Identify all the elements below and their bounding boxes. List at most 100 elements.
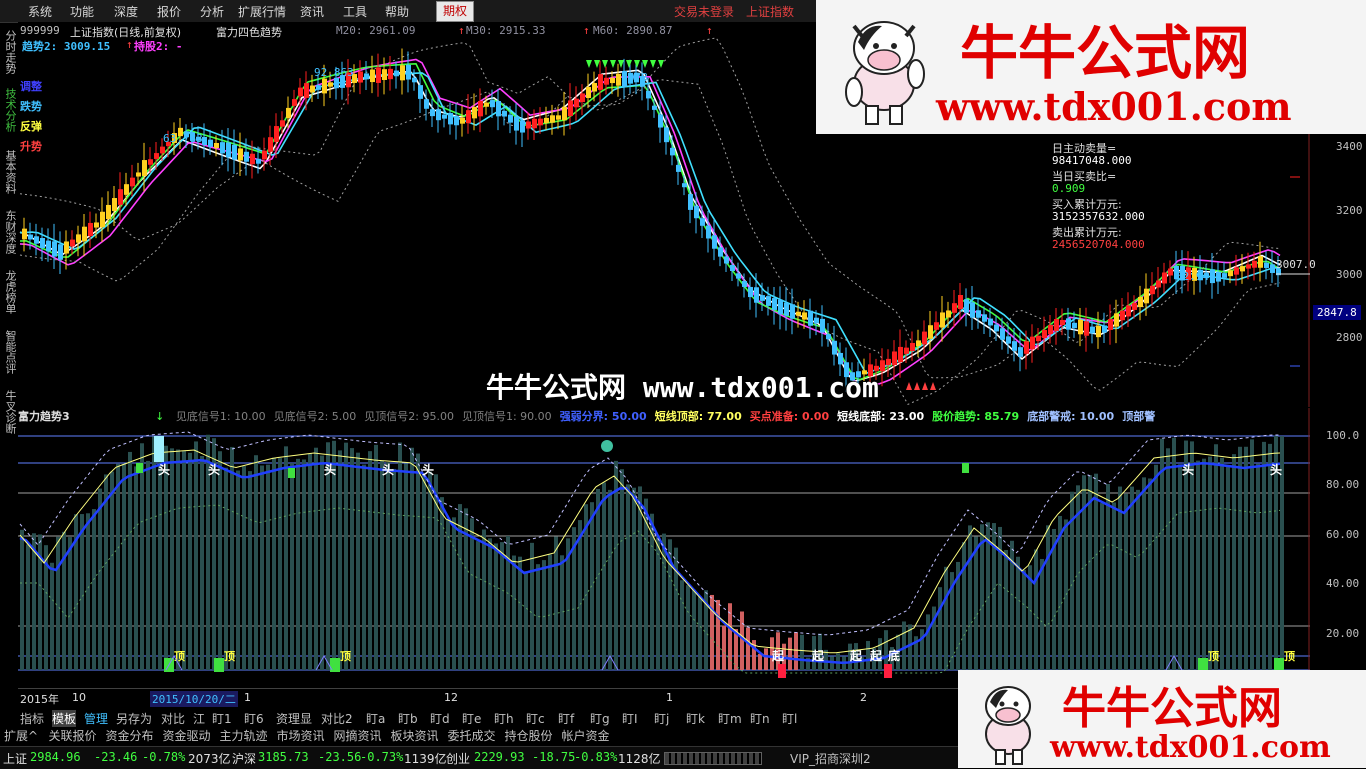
- menu-item-ext-market[interactable]: 扩展行情: [238, 3, 286, 20]
- price-tick: 3200: [1336, 204, 1363, 217]
- extension-tab[interactable]: 市场资讯: [277, 727, 325, 744]
- indicator-tab[interactable]: 盯6: [244, 710, 264, 727]
- indicator-bar: [422, 475, 426, 670]
- indicator-bar: [338, 450, 342, 670]
- candle-body: [604, 77, 609, 85]
- indicator-tab[interactable]: 盯h: [494, 710, 514, 727]
- sh-index-value: 2984.96: [30, 750, 81, 764]
- tab-em-depth[interactable]: 东财深度: [2, 210, 17, 254]
- menu-item-options[interactable]: 期权: [436, 1, 475, 22]
- indicator-tab[interactable]: 江: [193, 710, 205, 727]
- tab-intraday[interactable]: 分时走势: [2, 30, 17, 74]
- indicator-bar: [1142, 477, 1146, 670]
- indicator-tab[interactable]: 盯1: [212, 710, 232, 727]
- candle-body: [262, 150, 267, 160]
- candle-body: [100, 211, 105, 228]
- indicator-tab[interactable]: 盯l: [782, 710, 797, 727]
- indicator-bar: [758, 653, 762, 670]
- indicator-tab[interactable]: 另存为: [116, 710, 152, 727]
- tab-technical[interactable]: 技术分析: [2, 88, 17, 132]
- hs-index-label: 沪深: [232, 752, 257, 766]
- candle-body: [394, 70, 399, 77]
- info-label-buy-total: 买入累计万元:: [1052, 198, 1122, 211]
- indicator-bar: [1004, 549, 1008, 670]
- menu-item-quote[interactable]: 报价: [157, 3, 181, 20]
- candle-body: [76, 234, 81, 243]
- candle-body: [676, 164, 681, 172]
- info-label-ratio: 当日买卖比=: [1052, 170, 1117, 183]
- indicator-bar: [56, 536, 60, 670]
- candle-body: [646, 90, 651, 99]
- hold-value: 持股2: -: [134, 40, 183, 53]
- menu-item-news[interactable]: 资讯: [300, 3, 324, 20]
- indicator-tab[interactable]: 模板: [52, 710, 77, 727]
- tab-smart-comment[interactable]: 智能点评: [2, 330, 17, 374]
- highlight-block: [154, 436, 164, 462]
- menu-item-analysis[interactable]: 分析: [200, 3, 224, 20]
- indicator-tab[interactable]: 盯m: [718, 710, 742, 727]
- extension-tab[interactable]: 委托成交: [448, 727, 496, 744]
- indicator-bar: [248, 471, 252, 670]
- extension-tab[interactable]: 资金分布: [106, 727, 154, 744]
- indicator-tab[interactable]: 盯j: [654, 710, 669, 727]
- menu-item-system[interactable]: 系统: [28, 3, 52, 20]
- indicator-bar: [98, 488, 102, 670]
- candle-body: [412, 77, 417, 83]
- indicator-tab[interactable]: 对比2: [321, 710, 353, 727]
- indicator-tab[interactable]: 管理: [84, 710, 108, 727]
- indicator-bar: [266, 464, 270, 670]
- center-watermark: 牛牛公式网 www.tdx001.com: [486, 371, 879, 404]
- date-month-1b: 1: [666, 691, 673, 704]
- sh-index-change: -23.46: [94, 750, 138, 764]
- candle-body: [892, 351, 897, 366]
- indicator-tab[interactable]: 盯a: [366, 710, 385, 727]
- extension-tab[interactable]: 资金驱动: [163, 727, 211, 744]
- right-info-panel: 69461666.666 日主动卖量= 98417048.000 当日买卖比= …: [1052, 126, 1232, 252]
- extension-tab[interactable]: 帐户资金: [562, 727, 610, 744]
- extension-tab[interactable]: 网摘资讯: [334, 727, 382, 744]
- indicator-tab[interactable]: 盯k: [686, 710, 705, 727]
- info-value-sell-total: 2456520704.000: [1052, 238, 1145, 251]
- menu-item-tools[interactable]: 工具: [343, 3, 367, 20]
- indicator-tab[interactable]: 盯g: [590, 710, 610, 727]
- indicator-tab[interactable]: 盯f: [558, 710, 574, 727]
- vip-server[interactable]: VIP_招商深圳2: [790, 750, 871, 767]
- menu-item-depth[interactable]: 深度: [114, 3, 138, 20]
- candle-body: [1228, 270, 1233, 277]
- indicator-tab[interactable]: 盯n: [750, 710, 770, 727]
- extension-tab[interactable]: 扩展^: [4, 727, 38, 744]
- indicator-chart[interactable]: 顶顶顶顶顶头头头头头头头起起起起底 富力趋势3 ↓ 见底信号1: 10.00 见底…: [18, 408, 1310, 688]
- tab-dragon-tiger[interactable]: 龙虎榜单: [2, 270, 17, 314]
- indicator-tab[interactable]: 盯e: [462, 710, 481, 727]
- indicator-bar: [800, 634, 804, 670]
- indicator-tab[interactable]: 对比: [161, 710, 185, 727]
- annotation-92863: 92.863: [314, 66, 354, 79]
- indicator-tab[interactable]: 盯b: [398, 710, 418, 727]
- indicator-tab[interactable]: 资理显: [276, 710, 312, 727]
- candle-body: [622, 71, 627, 87]
- extension-tab[interactable]: 板块资讯: [391, 727, 439, 744]
- indicator-bar: [578, 520, 582, 670]
- cy-index-amount: 1128亿: [618, 752, 661, 766]
- menu-item-function[interactable]: 功能: [70, 3, 94, 20]
- indicator-bar: [1232, 454, 1236, 670]
- indicator-bar: [986, 522, 990, 670]
- candle-body: [1162, 272, 1167, 284]
- login-status[interactable]: 交易未登录: [674, 3, 734, 20]
- indicator-param: 买点准备: 0.00: [749, 410, 830, 423]
- extension-tab[interactable]: 持仓股份: [505, 727, 553, 744]
- tab-fundamentals[interactable]: 基本资料: [2, 150, 17, 194]
- indicator-tab[interactable]: 盯c: [526, 710, 545, 727]
- menu-item-help[interactable]: 帮助: [385, 3, 409, 20]
- indicator-tab[interactable]: 指标: [20, 710, 44, 727]
- extension-tab[interactable]: 主力轨迹: [220, 727, 268, 744]
- indicator-tab[interactable]: 盯d: [430, 710, 450, 727]
- candle-body: [934, 322, 939, 330]
- extension-tab[interactable]: 关联报价: [49, 727, 97, 744]
- tab-diagnosis[interactable]: 牛叉诊断: [2, 390, 17, 434]
- indicator-bar: [140, 443, 144, 670]
- indicator-tab[interactable]: 盯I: [622, 710, 638, 727]
- candle-body: [670, 147, 675, 156]
- candle-body: [22, 228, 27, 240]
- indicator-bar: [608, 489, 612, 670]
